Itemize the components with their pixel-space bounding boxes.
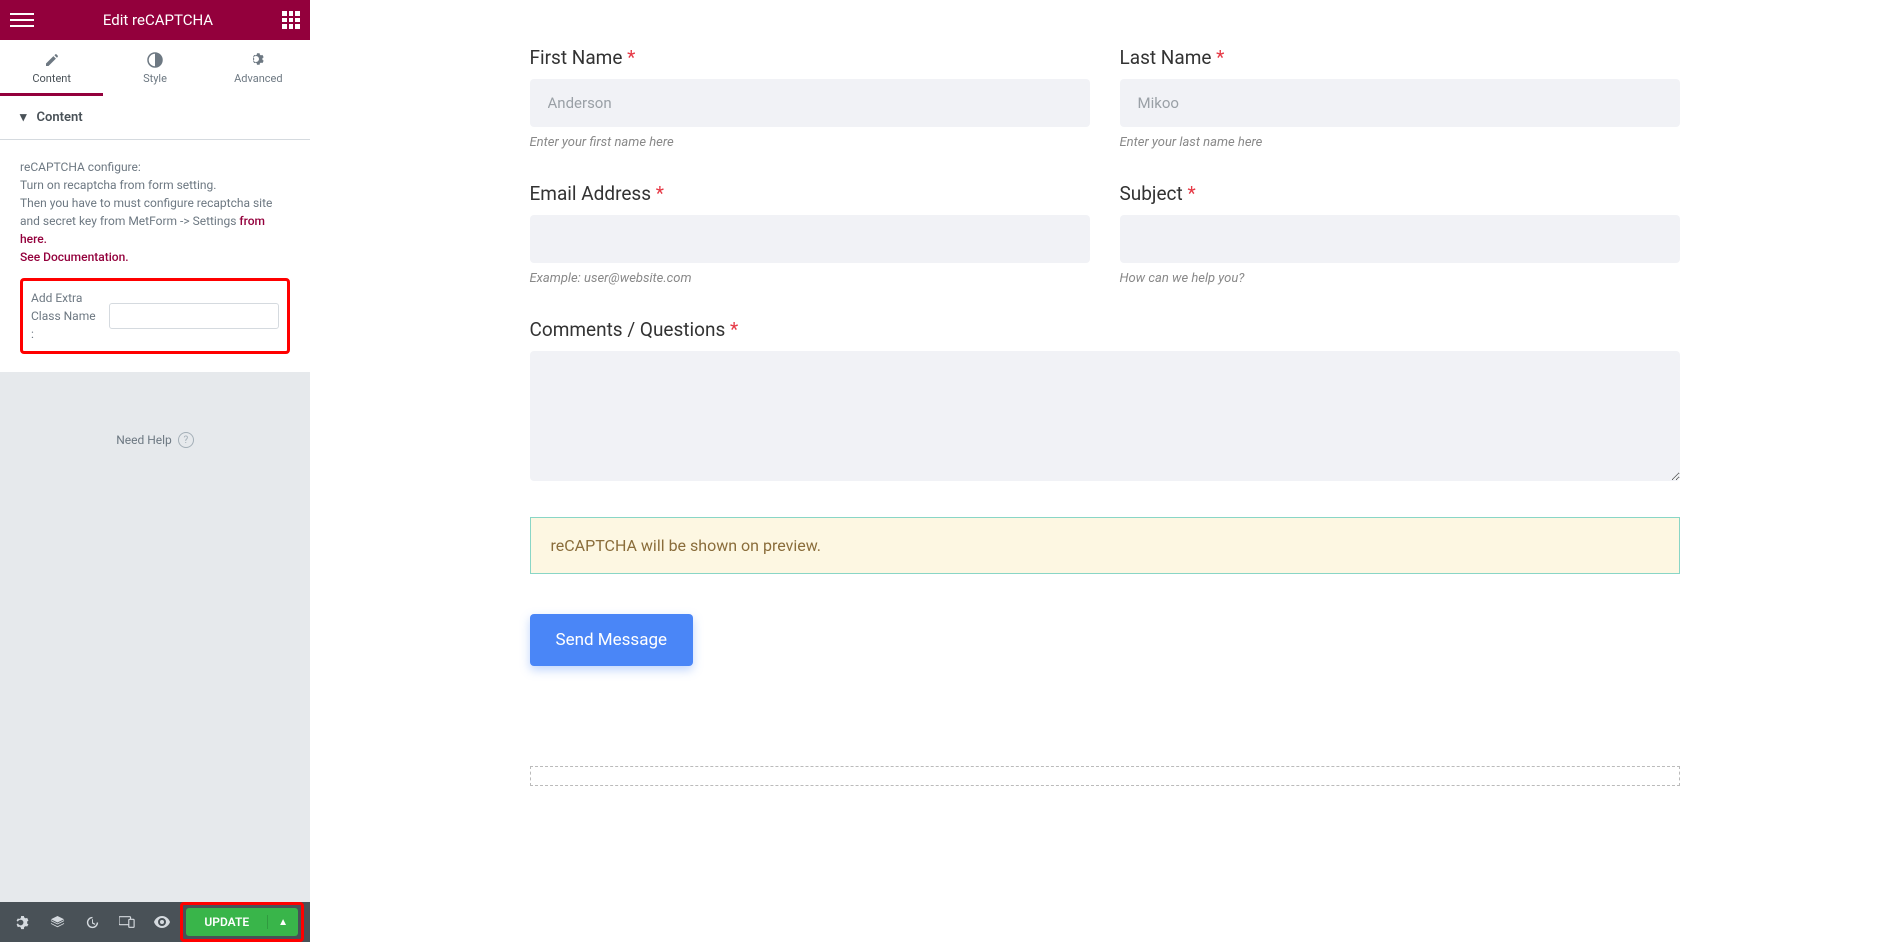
first-name-input[interactable] [530,79,1090,127]
section-header-content[interactable]: ▾ Content [0,96,310,140]
responsive-icon[interactable] [111,902,144,942]
required-asterisk: * [1187,182,1195,205]
canvas: First Name * Enter your first name here … [310,0,1899,942]
first-name-label-text: First Name [530,46,623,69]
tab-style[interactable]: Style [103,40,206,96]
update-button[interactable]: UPDATE ▲ [186,908,298,936]
sidebar-header: Edit reCAPTCHA [0,0,310,40]
see-doc-link[interactable]: See Documentation. [20,248,290,266]
configure-line3: Then you have to must configure recaptch… [20,196,272,228]
required-asterisk: * [656,182,664,205]
comments-label: Comments / Questions * [530,318,1680,341]
email-input[interactable] [530,215,1090,263]
subject-label-text: Subject [1120,182,1183,205]
first-name-label: First Name * [530,46,1090,69]
tab-content[interactable]: Content [0,40,103,96]
sidebar-footer: UPDATE ▲ [0,902,310,942]
last-name-field: Last Name * Enter your last name here [1120,46,1680,150]
required-asterisk: * [627,46,635,69]
update-wrap: UPDATE ▲ [180,902,304,942]
first-name-field: First Name * Enter your first name here [530,46,1090,150]
sidebar: Edit reCAPTCHA Content Style Advanced ▾ … [0,0,310,942]
help-icon: ? [178,432,194,448]
tab-advanced-label: Advanced [234,72,282,85]
subject-help: How can we help you? [1120,271,1680,286]
email-label: Email Address * [530,182,1090,205]
last-name-label: Last Name * [1120,46,1680,69]
apps-icon[interactable] [282,11,300,29]
hamburger-icon[interactable] [10,8,34,32]
preview-icon[interactable] [146,902,179,942]
need-help-label: Need Help [116,433,172,447]
sidebar-title: Edit reCAPTCHA [103,11,213,29]
pencil-icon [0,52,103,68]
section-body: reCAPTCHA configure: Turn on recaptcha f… [0,140,310,372]
last-name-input[interactable] [1120,79,1680,127]
configure-line1: reCAPTCHA configure: [20,158,290,176]
form-area: First Name * Enter your first name here … [530,0,1680,786]
need-help[interactable]: Need Help ? [0,432,310,448]
tab-advanced[interactable]: Advanced [207,40,310,96]
subject-input[interactable] [1120,215,1680,263]
comments-label-text: Comments / Questions [530,318,726,341]
configure-line2: Turn on recaptcha from form setting. [20,176,290,194]
caret-down-icon: ▾ [20,110,27,125]
settings-icon[interactable] [6,902,39,942]
email-field: Email Address * Example: user@website.co… [530,182,1090,286]
first-name-help: Enter your first name here [530,135,1090,150]
navigator-icon[interactable] [41,902,74,942]
gear-icon [207,52,310,68]
caret-up-icon[interactable]: ▲ [268,917,298,928]
tab-style-label: Style [143,72,167,85]
required-asterisk: * [1216,46,1224,69]
email-help: Example: user@website.com [530,271,1090,286]
subject-field: Subject * How can we help you? [1120,182,1680,286]
section-header-label: Content [37,110,83,125]
recaptcha-notice: reCAPTCHA will be shown on preview. [530,517,1680,574]
contrast-icon [103,52,206,68]
comments-field: Comments / Questions * [530,318,1680,485]
last-name-help: Enter your last name here [1120,135,1680,150]
subject-label: Subject * [1120,182,1680,205]
update-label: UPDATE [186,915,268,929]
submit-button[interactable]: Send Message [530,614,694,666]
extra-class-input[interactable] [109,303,279,329]
extra-class-label: Add Extra Class Name : [31,289,101,343]
tab-content-label: Content [32,72,71,85]
history-icon[interactable] [76,902,109,942]
sidebar-tabs: Content Style Advanced [0,40,310,96]
email-label-text: Email Address [530,182,652,205]
last-name-label-text: Last Name [1120,46,1212,69]
add-section-placeholder[interactable] [530,766,1680,786]
comments-input[interactable] [530,351,1680,481]
extra-class-row: Add Extra Class Name : [20,278,290,354]
required-asterisk: * [730,318,738,341]
